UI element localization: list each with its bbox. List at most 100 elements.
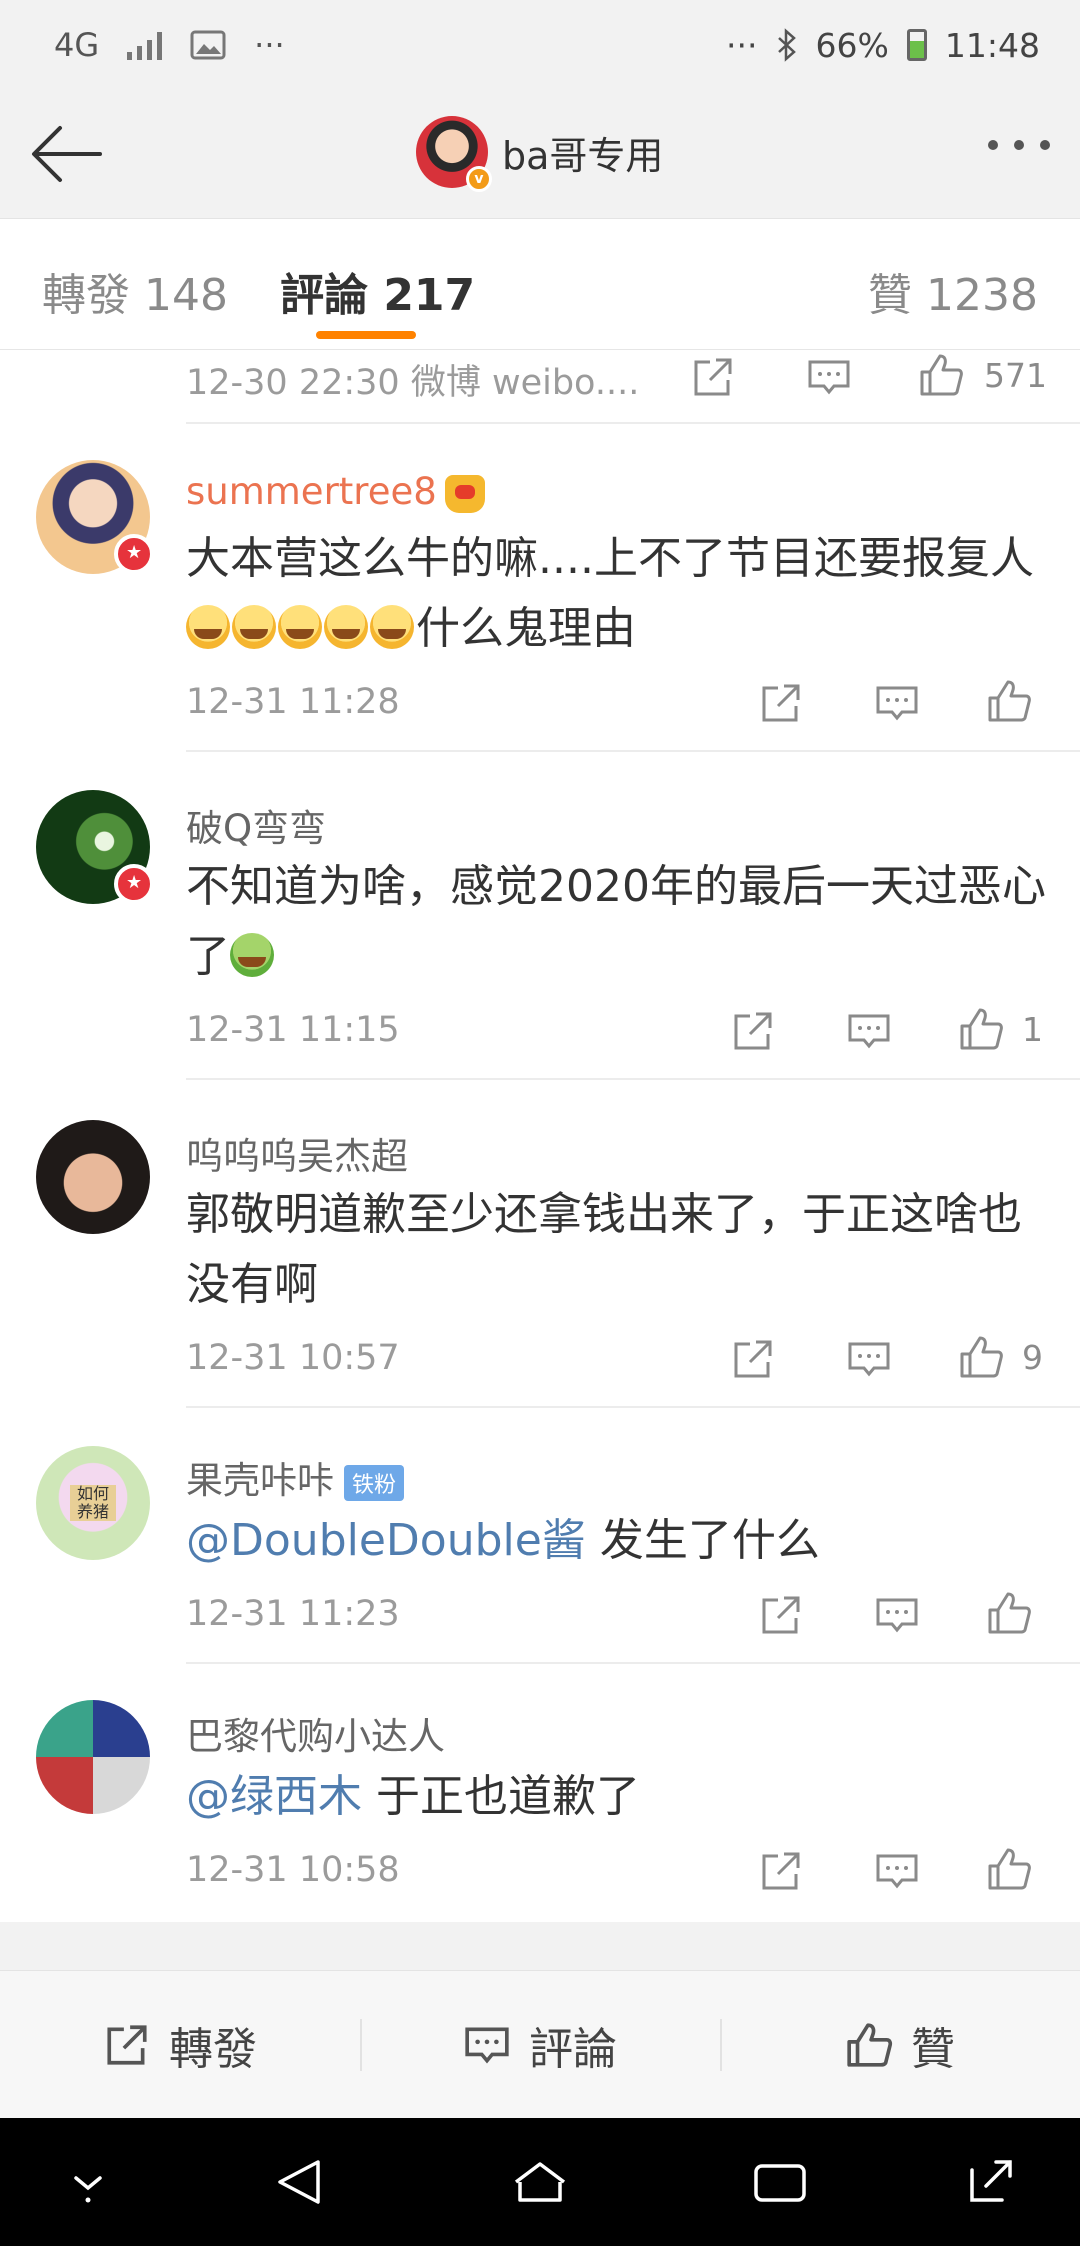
bluetooth-icon: [777, 28, 796, 62]
status-more: ···: [726, 25, 758, 65]
hide-keyboard-icon[interactable]: [58, 2152, 118, 2212]
comment-icon[interactable]: [874, 1592, 920, 1638]
clock: 11:48: [944, 25, 1040, 65]
comment-time: 12-31 10:58: [186, 1850, 400, 1890]
comment-button[interactable]: 評論: [360, 1971, 720, 2118]
crown-icon: [444, 474, 485, 513]
comment-item: 破Q弯弯 不知道为啥，感觉2020年的最后一天过恶心了 12-31 11:15 …: [0, 752, 1080, 1080]
list-item: 12-30 22:30 微博 weibo.... 571: [0, 350, 1080, 424]
tab-active-indicator: [316, 331, 416, 339]
like-button[interactable]: 贊: [720, 1971, 1080, 2118]
comment-icon[interactable]: [874, 680, 920, 726]
comment-text: @绿西木 于正也道歉了: [186, 1762, 1046, 1832]
username[interactable]: 呜呜呜吴杰超: [186, 1126, 408, 1180]
fan-badge: 铁粉: [344, 1464, 405, 1501]
network-type: 4G: [54, 26, 100, 64]
comment-icon[interactable]: [874, 1848, 920, 1894]
repost-label: 轉發: [169, 2023, 257, 2075]
username-text: summertree8: [186, 470, 437, 513]
share-icon[interactable]: [758, 680, 804, 726]
author-avatar[interactable]: v: [416, 116, 492, 192]
comment-time: 12-31 10:57: [186, 1338, 400, 1378]
share-icon[interactable]: [758, 1592, 804, 1638]
laugh-cry-emoji-icon: [370, 605, 414, 649]
comment-icon[interactable]: [846, 1336, 892, 1382]
home-nav-icon[interactable]: [510, 2152, 570, 2212]
expand-icon[interactable]: [960, 2152, 1020, 2212]
system-navigation-bar: [0, 2118, 1080, 2246]
like-count: 9: [1022, 1338, 1043, 1377]
laugh-cry-emoji-icon: [324, 605, 368, 649]
tab-repost[interactable]: 轉發 148: [42, 259, 228, 323]
username[interactable]: 破Q弯弯: [186, 798, 326, 852]
author-name[interactable]: ba哥专用: [502, 125, 663, 180]
repost-button[interactable]: 轉發: [0, 1971, 360, 2118]
verified-badge: v: [466, 166, 492, 192]
verified-badge: [114, 534, 154, 574]
author-header[interactable]: v ba哥专用: [416, 116, 663, 192]
avatar[interactable]: [36, 460, 154, 574]
mention-link[interactable]: @绿西木: [186, 1771, 362, 1822]
avatar[interactable]: [36, 1120, 150, 1234]
tab-like[interactable]: 贊 1238: [868, 259, 1038, 323]
avatar[interactable]: 如何养猪: [36, 1446, 150, 1560]
laugh-cry-emoji-icon: [186, 605, 230, 649]
comment-text-part: 什么鬼理由: [416, 603, 636, 654]
avatar[interactable]: [36, 1700, 150, 1814]
nauseated-emoji-icon: [230, 933, 274, 977]
comment-text-part: 发生了什么: [585, 1515, 820, 1566]
laugh-cry-emoji-icon: [232, 605, 276, 649]
battery-icon: [906, 29, 927, 61]
comment-time: 12-31 11:23: [186, 1594, 400, 1634]
comment-text-part: 大本营这么牛的嘛....上不了节目还要报复人: [186, 533, 1034, 584]
like-count: 1: [1022, 1010, 1043, 1049]
share-icon: [107, 2024, 147, 2065]
footer-gap: [0, 1922, 1080, 1970]
tab-bar: 轉發 148 評論 217 贊 1238: [0, 218, 1080, 350]
username[interactable]: 果壳咔咔 铁粉: [186, 1450, 405, 1504]
like-icon[interactable]: [986, 1846, 1032, 1892]
comment-text-part: 不知道为啥，感觉2020年的最后一天过恶心了: [186, 861, 1046, 982]
like-icon[interactable]: [986, 678, 1032, 724]
like-icon[interactable]: [918, 352, 964, 398]
comment-icon[interactable]: [846, 1008, 892, 1054]
avatar-sign-text: 如何养猪: [70, 1485, 116, 1521]
laugh-cry-emoji-icon: [278, 605, 322, 649]
more-icon[interactable]: [988, 140, 1050, 150]
back-arrow-icon[interactable]: [26, 118, 106, 190]
like-icon: [847, 2022, 893, 2067]
mention-link[interactable]: @DoubleDouble酱: [186, 1515, 586, 1566]
notifications-more: ···: [254, 26, 285, 64]
back-nav-icon[interactable]: [270, 2152, 330, 2212]
like-icon[interactable]: [958, 1006, 1004, 1052]
share-icon[interactable]: [730, 1336, 776, 1382]
comment-text: 郭敬明道歉至少还拿钱出来了，于正这啥也没有啊: [186, 1189, 1022, 1310]
comment-text-part: 于正也道歉了: [362, 1771, 640, 1822]
comment-item: 如何养猪 果壳咔咔 铁粉 @DoubleDouble酱 发生了什么 12-31 1…: [0, 1408, 1080, 1664]
share-icon[interactable]: [758, 1848, 804, 1894]
nav-bar: v ba哥专用: [0, 90, 1080, 218]
username[interactable]: 巴黎代购小达人: [186, 1706, 445, 1760]
comment-icon: [465, 2027, 509, 2064]
comment-text: 大本营这么牛的嘛....上不了节目还要报复人什么鬼理由: [186, 524, 1046, 664]
share-icon[interactable]: [730, 1008, 776, 1054]
like-icon[interactable]: [986, 1590, 1032, 1636]
signal-icon: [127, 30, 163, 60]
comment-text: 不知道为啥，感觉2020年的最后一天过恶心了: [186, 852, 1046, 992]
bottom-action-bar: 轉發 評論 贊: [0, 1970, 1080, 2118]
comment-time: 12-31 11:28: [186, 682, 400, 722]
recent-apps-icon[interactable]: [750, 2152, 810, 2212]
comment-meta: 12-30 22:30 微博 weibo....: [186, 363, 640, 403]
like-icon[interactable]: [958, 1334, 1004, 1380]
share-icon[interactable]: [690, 354, 736, 400]
comment-label: 評論: [529, 2023, 617, 2075]
comment-item: summertree8 大本营这么牛的嘛....上不了节目还要报复人什么鬼理由 …: [0, 424, 1080, 752]
image-icon: [190, 30, 226, 60]
comment-item: 巴黎代购小达人 @绿西木 于正也道歉了 12-31 10:58: [0, 1664, 1080, 1922]
tab-comment[interactable]: 評論 217: [280, 259, 475, 323]
username-text: 果壳咔咔: [186, 1459, 334, 1502]
comment-icon[interactable]: [806, 354, 852, 400]
avatar[interactable]: [36, 790, 154, 904]
verified-badge: [114, 864, 154, 904]
username[interactable]: summertree8: [186, 470, 485, 513]
